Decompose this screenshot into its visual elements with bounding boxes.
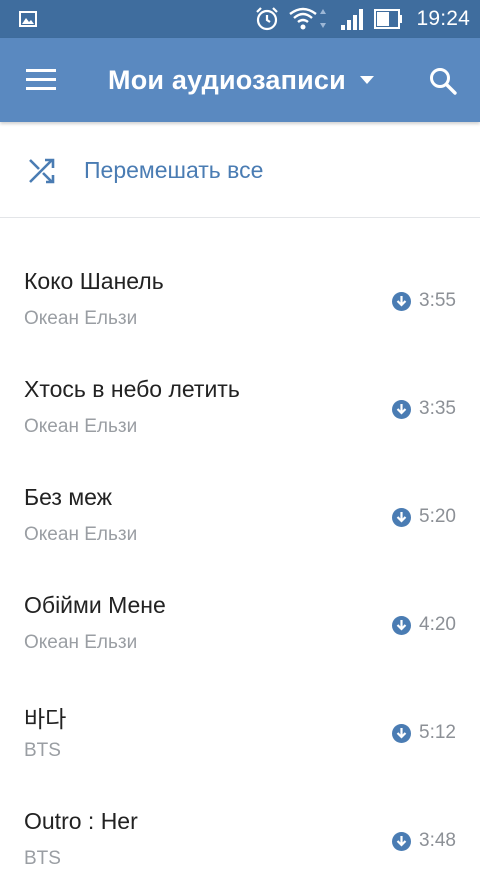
battery-icon: [374, 9, 403, 29]
track-artist: BTS: [24, 848, 61, 869]
image-icon: [19, 11, 37, 27]
track-title: Обійми Мене: [24, 592, 166, 618]
track-duration: 3:35: [419, 398, 456, 419]
track-item[interactable]: Коко Шанель Океан Ельзи 3:55: [0, 234, 480, 342]
status-bar: 19:24: [0, 0, 480, 38]
downloaded-icon: [392, 831, 412, 851]
shuffle-icon: [29, 158, 55, 184]
shuffle-all-button[interactable]: Перемешать все: [0, 122, 480, 218]
track-title: Хтось в небо летить: [24, 376, 240, 402]
track-artist: BTS: [24, 740, 61, 761]
menu-icon[interactable]: [26, 68, 58, 92]
track-meta: 3:35: [392, 398, 456, 420]
downloaded-icon: [392, 399, 412, 419]
track-item[interactable]: Без меж Океан Ельзи 5:20: [0, 450, 480, 558]
track-item[interactable]: 바다 BTS 5:12: [0, 666, 480, 774]
status-icons: 19:24: [254, 0, 470, 38]
track-artist: Океан Ельзи: [24, 308, 138, 329]
shuffle-label: Перемешать все: [84, 157, 264, 183]
dropdown-icon: [359, 76, 374, 84]
wifi-icon: [289, 7, 327, 30]
track-meta: 4:20: [392, 614, 456, 636]
downloaded-icon: [392, 507, 412, 527]
track-title: Коко Шанель: [24, 268, 164, 294]
track-duration: 5:12: [419, 722, 456, 743]
track-artist: Океан Ельзи: [24, 524, 138, 545]
track-meta: 3:48: [392, 830, 456, 852]
app-bar: Мои аудиозаписи: [0, 38, 480, 122]
track-duration: 4:20: [419, 614, 456, 635]
track-item[interactable]: Обійми Мене Океан Ельзи 4:20: [0, 558, 480, 666]
track-artist: Океан Ельзи: [24, 632, 138, 653]
status-time: 19:24: [416, 7, 470, 30]
track-title: 바다: [24, 706, 67, 732]
track-duration: 3:48: [419, 830, 456, 851]
signal-icon: [341, 9, 364, 30]
track-meta: 5:12: [392, 722, 456, 744]
title-dropdown[interactable]: Мои аудиозаписи: [108, 38, 374, 122]
search-icon[interactable]: [428, 66, 458, 96]
track-item[interactable]: Outro : Her BTS 3:48: [0, 774, 480, 869]
track-title: Без меж: [24, 484, 113, 510]
alarm-icon: [256, 7, 279, 31]
track-meta: 5:20: [392, 506, 456, 528]
track-duration: 5:20: [419, 506, 456, 527]
track-artist: Океан Ельзи: [24, 416, 138, 437]
downloaded-icon: [392, 615, 412, 635]
track-title: Outro : Her: [24, 808, 138, 834]
downloaded-icon: [392, 723, 412, 743]
track-meta: 3:55: [392, 290, 456, 312]
downloaded-icon: [392, 291, 412, 311]
page-title: Мои аудиозаписи: [108, 64, 346, 95]
track-duration: 3:55: [419, 290, 456, 311]
track-item[interactable]: Хтось в небо летить Океан Ельзи 3:35: [0, 342, 480, 450]
